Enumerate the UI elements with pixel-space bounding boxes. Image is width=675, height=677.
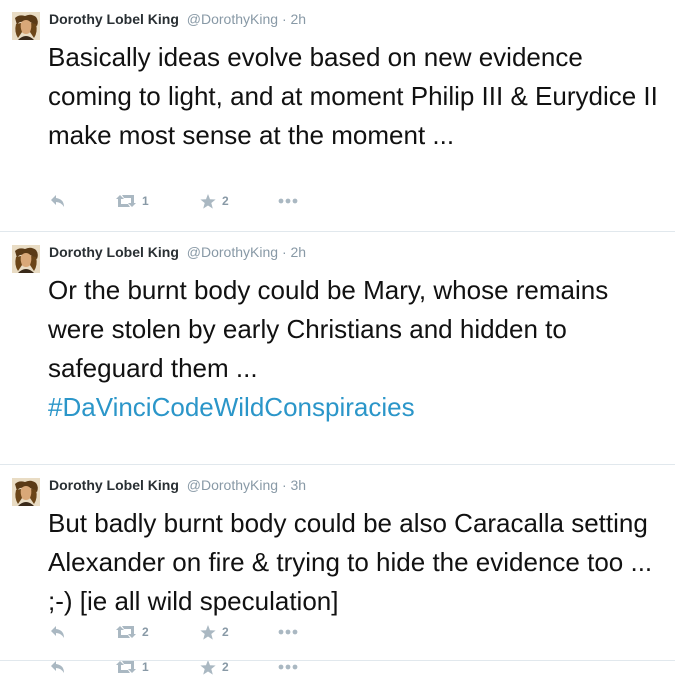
tweet-header: Dorothy Lobel King @DorothyKing · 3h [49,476,306,494]
avatar[interactable] [12,12,40,40]
author-name[interactable]: Dorothy Lobel King [49,11,179,27]
tweet-text: But badly burnt body could be also Carac… [48,504,668,621]
author-name[interactable]: Dorothy Lobel King [49,244,179,260]
tweet-text: Or the burnt body could be Mary, whose r… [48,271,668,427]
tweet-3[interactable]: Dorothy Lobel King @DorothyKing · 3h But… [0,466,675,663]
favorite-count: 2 [222,625,229,639]
tweet-divider [0,464,675,465]
more-button[interactable] [278,191,298,211]
retweet-button[interactable]: 2 [116,622,149,642]
tweet-body: Basically ideas evolve based on new evid… [48,42,658,150]
retweet-count: 1 [142,194,149,208]
timestamp[interactable]: 2h [291,11,307,27]
favorite-button[interactable]: 2 [200,622,229,642]
separator: · [281,477,287,493]
separator: · [281,244,287,260]
timestamp[interactable]: 2h [291,244,307,260]
tweet-2[interactable]: Dorothy Lobel King @DorothyKing · 2h Or … [0,233,675,675]
ellipsis-icon [278,664,298,670]
author-handle[interactable]: @DorothyKing [187,11,278,27]
avatar[interactable] [12,478,40,506]
avatar[interactable] [12,245,40,273]
reply-button[interactable] [50,622,66,642]
tweet-actions: 2 2 [50,622,350,642]
tweet-divider [0,231,675,232]
star-icon [200,624,216,640]
more-button[interactable] [278,622,298,642]
ellipsis-icon [278,629,298,635]
reply-button[interactable] [50,191,66,211]
retweet-count: 2 [142,625,149,639]
star-icon [200,193,216,209]
favorite-button[interactable]: 2 [200,191,229,211]
tweet-body: But badly burnt body could be also Carac… [48,508,653,616]
tweet-1[interactable]: Dorothy Lobel King @DorothyKing · 2h Bas… [0,0,675,231]
author-name[interactable]: Dorothy Lobel King [49,477,179,493]
ellipsis-icon [278,198,298,204]
separator: · [281,11,287,27]
timestamp[interactable]: 3h [291,477,307,493]
tweet-actions: 1 2 [50,191,350,211]
retweet-button[interactable]: 1 [116,191,149,211]
retweet-icon [116,195,136,207]
tweet-body: Or the burnt body could be Mary, whose r… [48,275,609,383]
tweet-header: Dorothy Lobel King @DorothyKing · 2h [49,10,306,28]
favorite-count: 2 [222,194,229,208]
author-handle[interactable]: @DorothyKing [187,244,278,260]
tweet-text: Basically ideas evolve based on new evid… [48,38,668,155]
tweet-divider [0,660,675,661]
reply-arrow-icon [51,195,64,207]
retweet-icon [116,626,136,638]
tweet-header: Dorothy Lobel King @DorothyKing · 2h [49,243,306,261]
reply-arrow-icon [51,626,64,638]
author-handle[interactable]: @DorothyKing [187,477,278,493]
hashtag-link[interactable]: #DaVinciCodeWildConspiracies [48,392,415,422]
